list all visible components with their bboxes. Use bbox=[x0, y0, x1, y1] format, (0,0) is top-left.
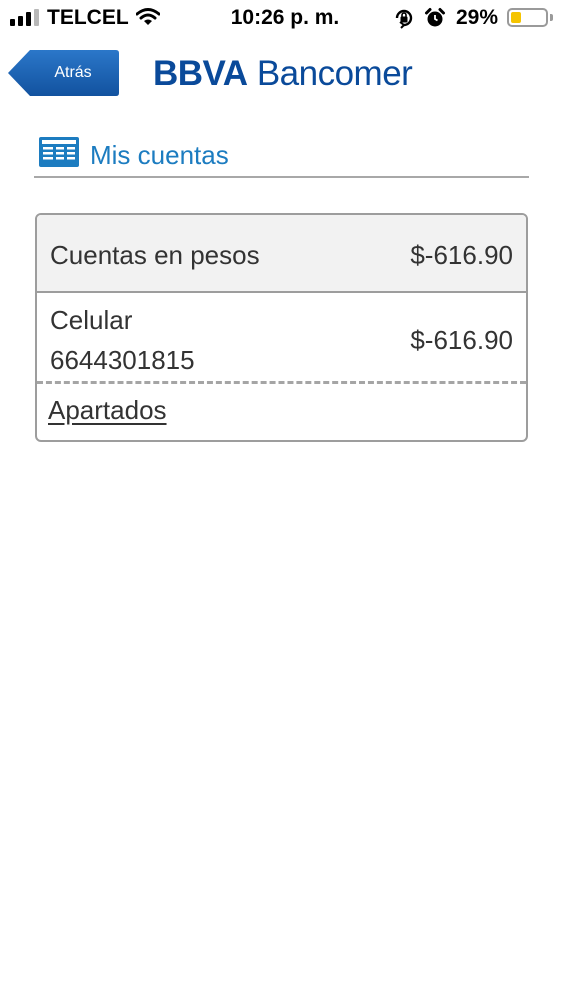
battery-level bbox=[511, 12, 521, 23]
account-number: 6644301815 bbox=[50, 345, 195, 375]
brand-bold-text: BBVA bbox=[153, 54, 248, 93]
orientation-lock-icon bbox=[393, 7, 415, 35]
account-group-header: Cuentas en pesos $-616.90 bbox=[37, 215, 526, 293]
page-title: Mis cuentas bbox=[90, 140, 229, 170]
account-row[interactable]: Celular 6644301815 $-616.90 bbox=[37, 293, 526, 381]
status-bar: TELCEL 10:26 p. m. 29% bbox=[0, 0, 563, 36]
battery-nub bbox=[550, 14, 553, 21]
screen: TELCEL 10:26 p. m. 29% Atrás BBVA Bancom… bbox=[0, 0, 563, 1000]
alarm-icon bbox=[424, 7, 446, 35]
apartados-link[interactable]: Apartados bbox=[48, 395, 167, 426]
account-group-label: Cuentas en pesos bbox=[50, 240, 260, 270]
back-button[interactable]: Atrás bbox=[8, 49, 120, 97]
account-group-total: $-616.90 bbox=[410, 240, 513, 270]
battery-icon bbox=[507, 8, 548, 27]
dashed-divider bbox=[37, 381, 526, 384]
brand-light-text: Bancomer bbox=[256, 54, 413, 93]
battery-percent: 29% bbox=[456, 6, 499, 29]
back-button-label: Atrás bbox=[54, 64, 92, 81]
accounts-list-icon bbox=[38, 136, 80, 173]
accounts-card: Cuentas en pesos $-616.90 Celular 664430… bbox=[35, 213, 528, 442]
account-balance: $-616.90 bbox=[410, 325, 513, 355]
title-divider bbox=[34, 176, 529, 178]
account-name: Celular bbox=[50, 305, 133, 335]
bbva-bancomer-logo: BBVA Bancomer bbox=[153, 54, 413, 94]
